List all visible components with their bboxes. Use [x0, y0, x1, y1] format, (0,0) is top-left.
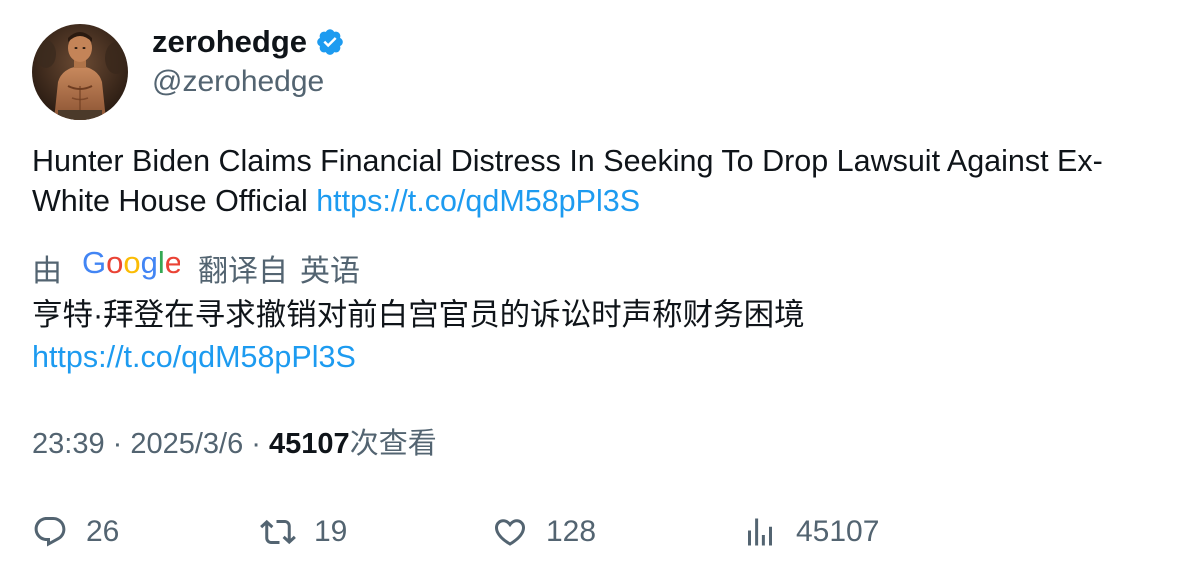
display-name[interactable]: zerohedge: [152, 20, 307, 64]
translated-text: 亨特·拜登在寻求撤销对前白宫官员的诉讼时声称财务困境 https://t.co/…: [32, 294, 1172, 378]
tweet-date[interactable]: 2025/3/6: [130, 428, 243, 460]
analytics-icon: [748, 518, 772, 546]
translated-body: 亨特·拜登在寻求撤销对前白宫官员的诉讼时声称财务困境: [32, 298, 805, 332]
google-logo: Google: [82, 245, 182, 289]
views-label: 次查看: [349, 428, 437, 460]
meta-separator: ·: [104, 428, 131, 460]
author-name-row: zerohedge: [152, 20, 345, 64]
translation-language[interactable]: 英语: [300, 246, 360, 290]
views-button[interactable]: 45107: [742, 508, 879, 556]
retweet-button[interactable]: 19: [260, 508, 347, 556]
like-count: 128: [546, 515, 597, 548]
reply-button[interactable]: 26: [32, 508, 119, 556]
tweet-meta: 23:39 · 2025/3/6 · 45107次查看: [32, 424, 437, 464]
translation-attribution: 由 Google 翻译自 英语: [32, 245, 360, 290]
translation-suffix: 翻译自: [198, 255, 288, 288]
retweet-icon: [260, 519, 296, 545]
avatar-image: [32, 24, 128, 120]
translated-link[interactable]: https://t.co/qdM58pPl3S: [32, 336, 1172, 378]
meta-separator: ·: [243, 428, 270, 460]
verified-badge-icon[interactable]: [315, 27, 345, 57]
tweet-link[interactable]: https://t.co/qdM58pPl3S: [316, 184, 640, 218]
reply-count: 26: [86, 515, 120, 548]
tweet-time[interactable]: 23:39: [32, 428, 105, 460]
translation-prefix: 由: [32, 255, 62, 288]
retweet-count: 19: [314, 515, 348, 548]
author-handle[interactable]: @zerohedge: [152, 62, 324, 102]
heart-icon: [494, 519, 526, 546]
svg-text:Google: Google: [82, 247, 180, 280]
tweet-text: Hunter Biden Claims Financial Distress I…: [32, 141, 1172, 221]
views-count: 45107: [269, 428, 350, 460]
avatar[interactable]: [32, 24, 128, 120]
views-action-count: 45107: [796, 515, 880, 548]
reply-icon: [34, 517, 66, 547]
action-bar: 26 19 128 45107: [32, 508, 1172, 556]
like-button[interactable]: 128: [492, 508, 596, 556]
